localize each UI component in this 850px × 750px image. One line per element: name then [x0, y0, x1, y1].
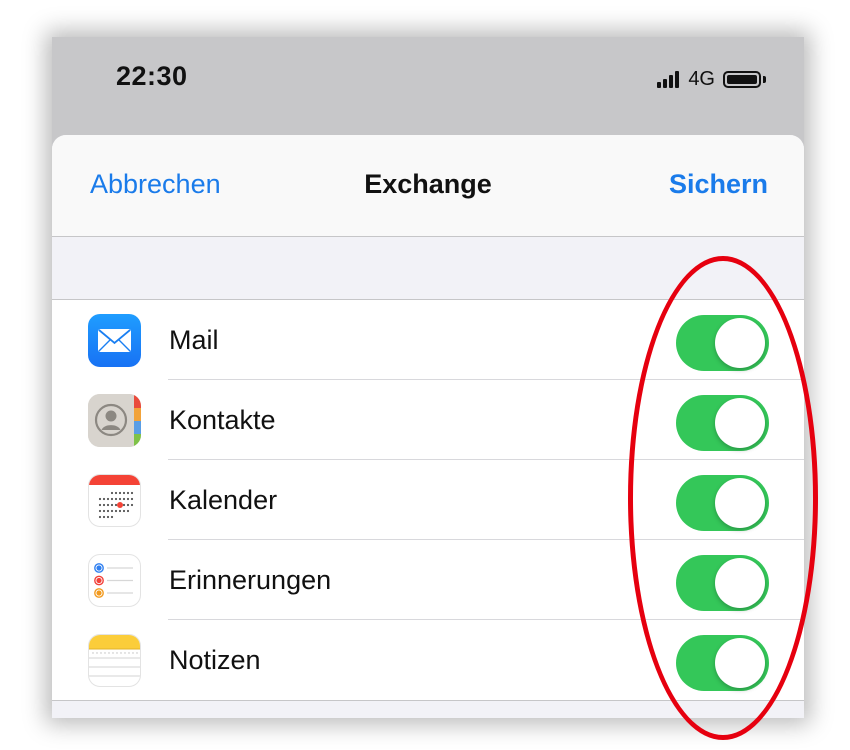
contacts-app-icon	[88, 394, 141, 447]
battery-icon	[723, 70, 761, 88]
notes-app-icon	[88, 634, 141, 687]
calendar-toggle[interactable]	[676, 475, 769, 531]
item-label-reminders: Erinnerungen	[169, 565, 332, 595]
reminders-toggle[interactable]	[676, 555, 769, 611]
item-label-calendar: Kalender	[169, 485, 278, 515]
notes-toggle[interactable]	[676, 635, 769, 691]
toggle-knob	[715, 398, 765, 448]
reminders-app-icon	[88, 554, 141, 607]
status-indicators: 4G	[657, 68, 766, 90]
navigation-bar: Abbrechen Exchange Sichern	[52, 135, 804, 237]
status-bar: 22:30 4G	[52, 37, 804, 135]
sync-services-list: Mail Kontakte Kalender Erinnerungen Noti…	[52, 300, 804, 700]
exchange-sheet: Abbrechen Exchange Sichern Mail Kontakte…	[52, 135, 804, 718]
save-button[interactable]: Sichern	[669, 169, 768, 200]
toggle-knob	[715, 318, 765, 368]
battery-level	[727, 74, 757, 84]
list-item-mail: Mail	[52, 300, 804, 380]
list-item-reminders: Erinnerungen	[52, 540, 804, 620]
section-header	[52, 237, 804, 300]
signal-bars-icon	[657, 70, 681, 88]
phone-screen: 22:30 4G Abbrechen Exchange Sichern Mail…	[52, 37, 804, 718]
status-time: 22:30	[116, 61, 188, 91]
item-label-contacts: Kontakte	[169, 405, 276, 435]
section-footer	[52, 700, 804, 718]
item-label-mail: Mail	[169, 325, 219, 355]
cancel-button[interactable]: Abbrechen	[90, 169, 221, 200]
item-label-notes: Notizen	[169, 645, 261, 675]
contacts-toggle[interactable]	[676, 395, 769, 451]
mail-app-icon	[88, 314, 141, 367]
list-item-calendar: Kalender	[52, 460, 804, 540]
toggle-knob	[715, 478, 765, 528]
battery-cap	[763, 75, 766, 83]
mail-toggle[interactable]	[676, 315, 769, 371]
screenshot-canvas: 22:30 4G Abbrechen Exchange Sichern Mail…	[0, 0, 850, 750]
toggle-knob	[715, 638, 765, 688]
calendar-app-icon	[88, 474, 141, 527]
toggle-knob	[715, 558, 765, 608]
list-item-contacts: Kontakte	[52, 380, 804, 460]
list-item-notes: Notizen	[52, 620, 804, 700]
network-type: 4G	[688, 67, 715, 90]
